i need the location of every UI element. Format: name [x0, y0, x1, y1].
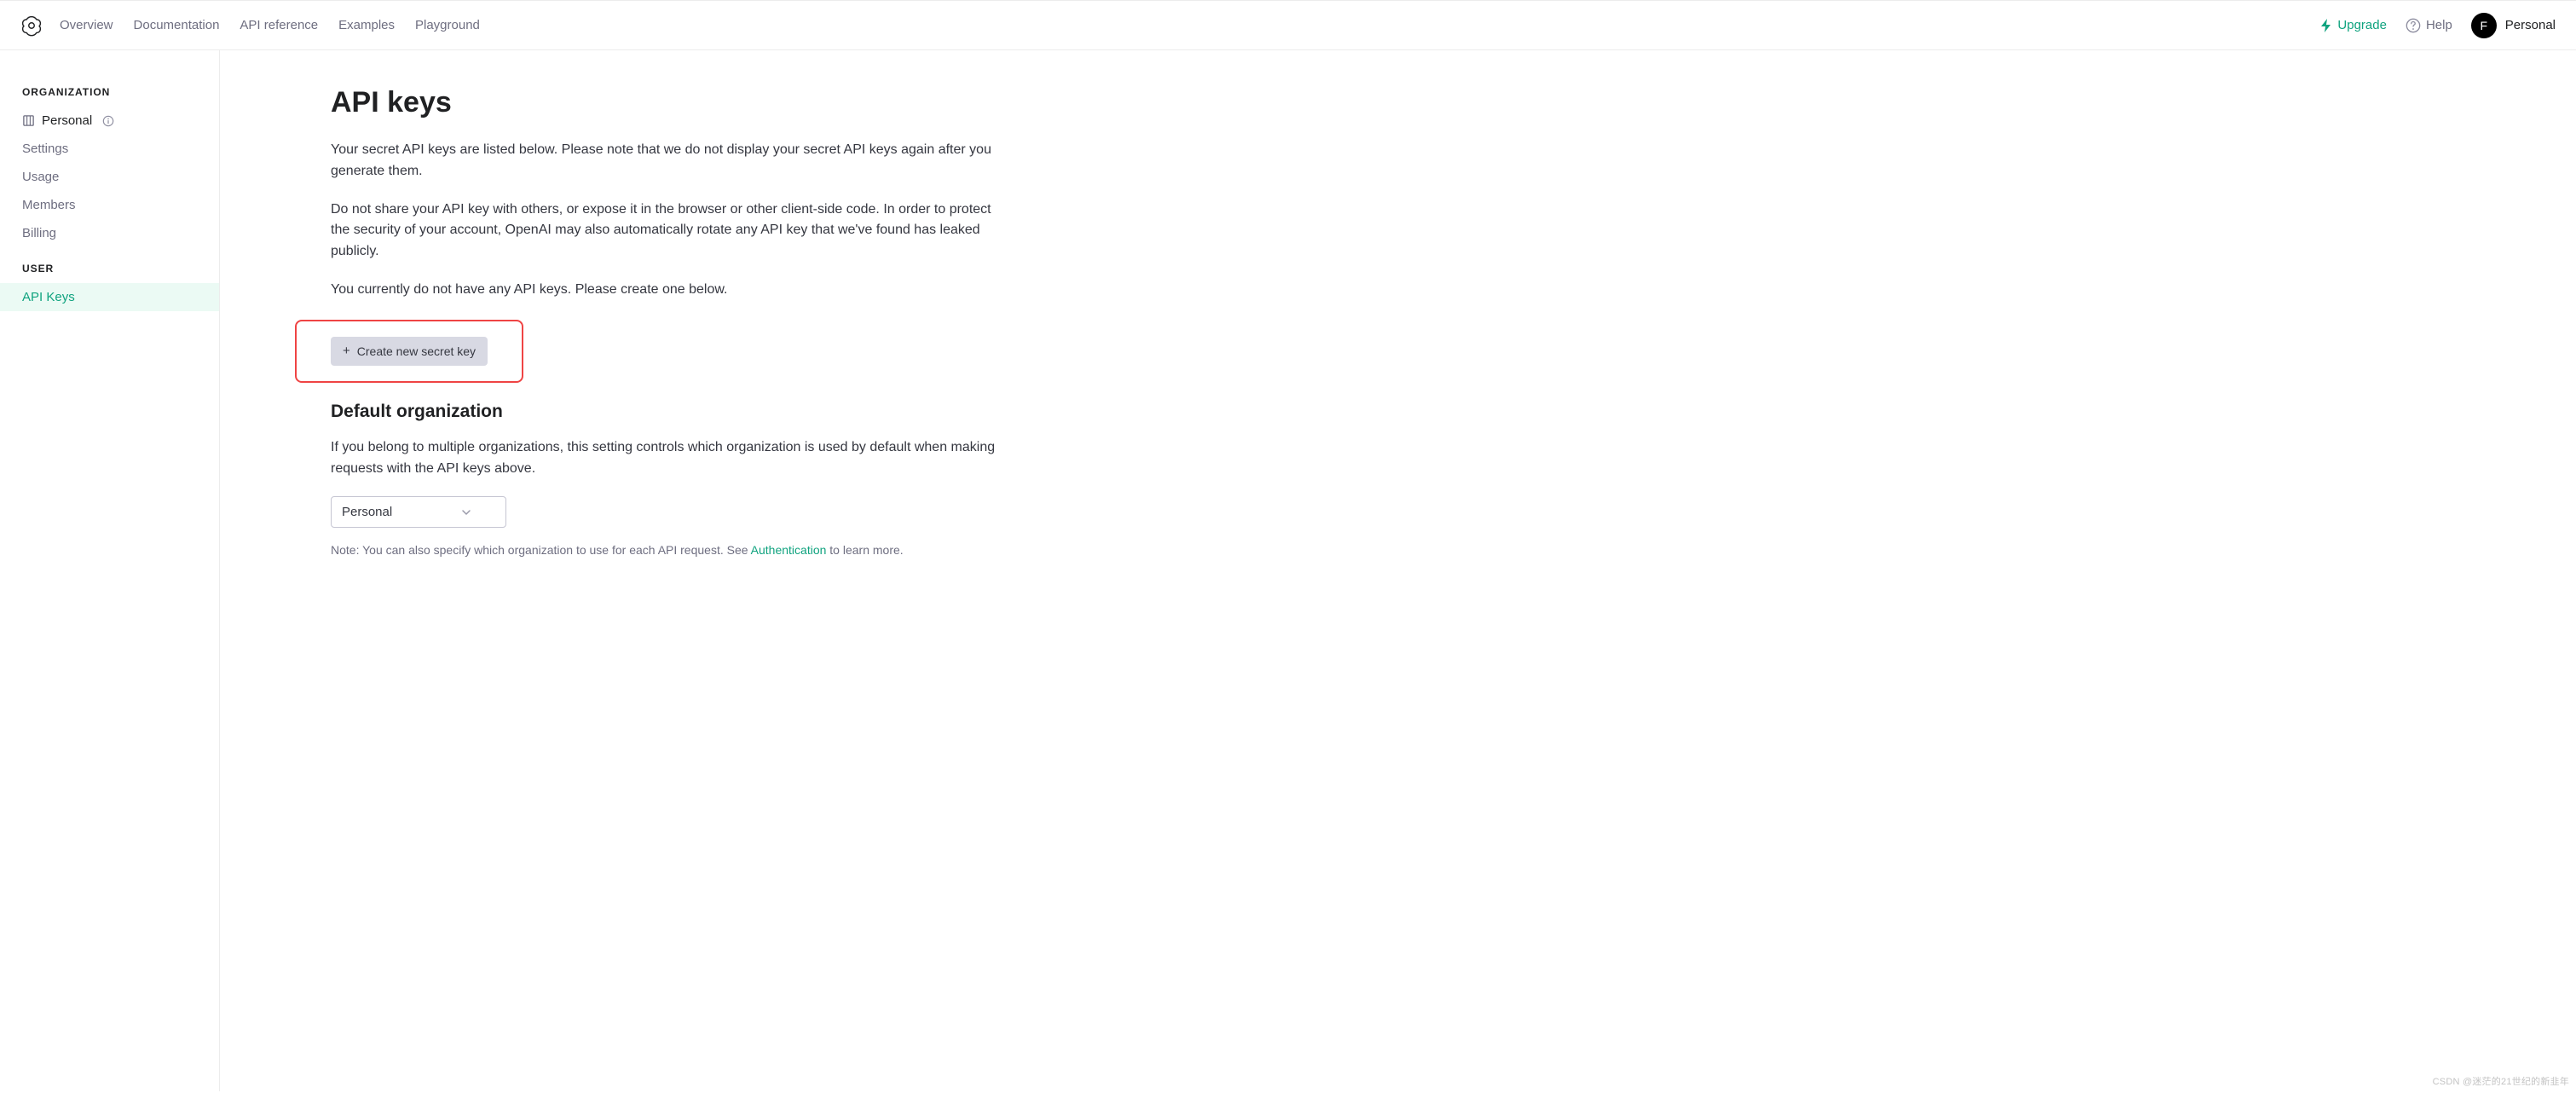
sidebar-section-user: USER [0, 247, 219, 283]
top-right: Upgrade Help F Personal [2320, 13, 2556, 38]
sidebar: ORGANIZATION Personal Settings Usage Mem… [0, 50, 220, 1091]
nav-api-reference[interactable]: API reference [240, 18, 318, 32]
note-prefix: Note: You can also specify which organiz… [331, 543, 751, 557]
help-label: Help [2426, 18, 2452, 32]
upgrade-link[interactable]: Upgrade [2320, 18, 2387, 32]
default-org-heading: Default organization [331, 402, 1004, 422]
logo[interactable] [20, 14, 43, 37]
watermark: CSDN @迷茫的21世纪的新韭年 [2433, 1074, 2569, 1088]
sidebar-item-billing[interactable]: Billing [0, 219, 219, 247]
account-menu[interactable]: F Personal [2471, 13, 2556, 38]
nav-overview[interactable]: Overview [60, 18, 113, 32]
sidebar-item-api-keys[interactable]: API Keys [0, 283, 219, 311]
sidebar-item-label: Billing [22, 226, 56, 240]
sidebar-org-personal[interactable]: Personal [0, 107, 219, 135]
default-org-paragraph: If you belong to multiple organizations,… [331, 437, 996, 480]
nav-playground[interactable]: Playground [415, 18, 480, 32]
nav-examples[interactable]: Examples [338, 18, 395, 32]
default-org-select-wrap: Personal [331, 496, 506, 528]
sidebar-item-label: Usage [22, 170, 59, 184]
authentication-link[interactable]: Authentication [751, 543, 827, 557]
avatar: F [2471, 13, 2497, 38]
lightning-icon [2320, 19, 2332, 32]
chevron-down-icon [461, 507, 471, 518]
select-value: Personal [342, 505, 392, 519]
sidebar-item-label: Members [22, 198, 76, 212]
page-title: API keys [331, 86, 1004, 119]
sidebar-item-label: API Keys [22, 290, 75, 304]
default-org-select[interactable]: Personal [331, 496, 506, 528]
create-secret-key-button[interactable]: + Create new secret key [331, 337, 488, 366]
upgrade-label: Upgrade [2337, 18, 2387, 32]
note-suffix: to learn more. [826, 543, 903, 557]
building-icon [22, 114, 35, 127]
sidebar-org-label: Personal [42, 113, 92, 128]
sidebar-item-label: Settings [22, 142, 68, 156]
intro-paragraph-1: Your secret API keys are listed below. P… [331, 140, 996, 182]
sidebar-section-organization: ORGANIZATION [0, 71, 219, 107]
help-icon [2406, 18, 2421, 33]
info-icon [102, 115, 114, 127]
sidebar-item-settings[interactable]: Settings [0, 135, 219, 163]
highlight-annotation: + Create new secret key [295, 320, 523, 383]
top-nav: Overview Documentation API reference Exa… [60, 18, 2320, 32]
intro-paragraph-2: Do not share your API key with others, o… [331, 200, 996, 263]
sidebar-item-usage[interactable]: Usage [0, 163, 219, 191]
plus-icon: + [343, 344, 350, 357]
main-content: API keys Your secret API keys are listed… [220, 50, 1004, 1091]
account-label: Personal [2505, 18, 2556, 32]
openai-logo-icon [20, 14, 43, 37]
create-button-label: Create new secret key [357, 344, 476, 358]
help-link[interactable]: Help [2406, 18, 2452, 33]
note-text: Note: You can also specify which organiz… [331, 543, 1004, 557]
top-bar: Overview Documentation API reference Exa… [0, 0, 2576, 50]
nav-documentation[interactable]: Documentation [134, 18, 220, 32]
empty-state-text: You currently do not have any API keys. … [331, 280, 996, 301]
sidebar-item-members[interactable]: Members [0, 191, 219, 219]
